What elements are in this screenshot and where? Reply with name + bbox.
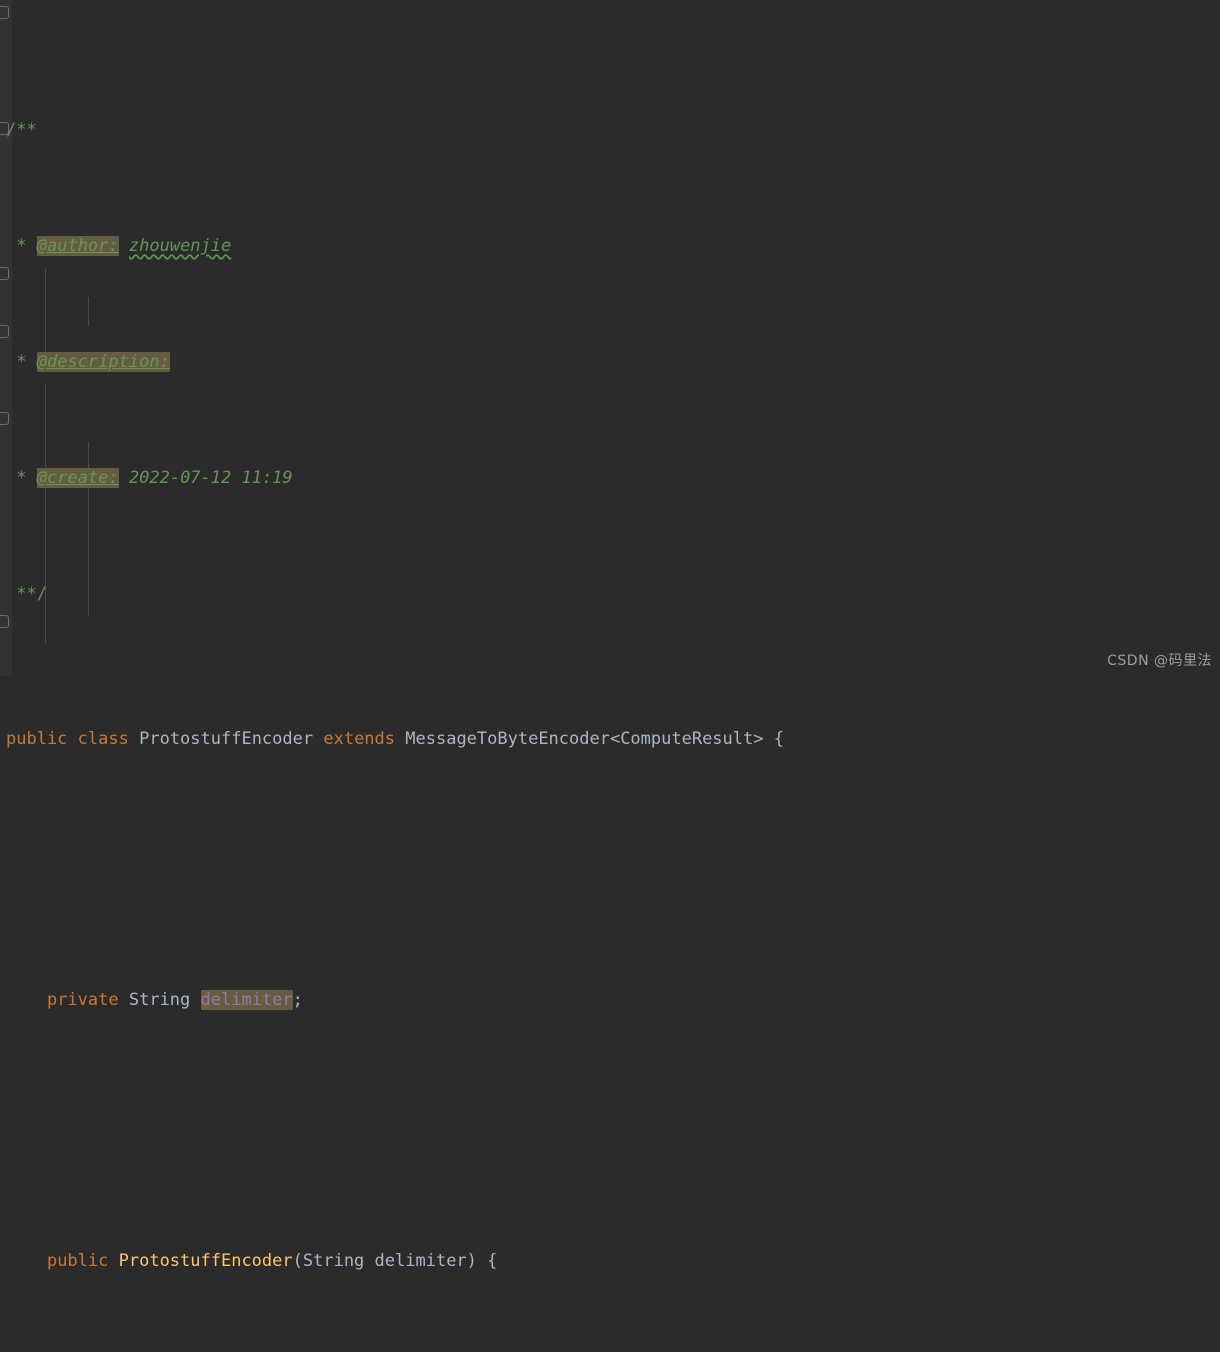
sp1 — [67, 729, 77, 749]
javadoc-star-glyph-2: * — [16, 352, 27, 372]
javadoc-space — [27, 236, 37, 256]
kw-class: class — [77, 729, 129, 749]
ctor-param-type: String — [302, 1251, 365, 1271]
constructor-name: ProtostuffEncoder — [118, 1251, 293, 1271]
kw-public: public — [6, 729, 68, 749]
javadoc-indent — [6, 352, 16, 372]
sp3 — [313, 729, 323, 749]
javadoc-gap — [119, 236, 129, 256]
code-content[interactable]: /** * @author: zhouwenjie * @description… — [0, 0, 1220, 1271]
class-name: ProtostuffEncoder — [139, 729, 314, 749]
indent-field — [6, 990, 47, 1010]
javadoc-space-3 — [27, 468, 37, 488]
sp4 — [395, 729, 405, 749]
code-line-javadoc-description: * @description: — [0, 348, 1220, 377]
kw-private: private — [46, 990, 119, 1010]
code-line-class-declaration: public class ProtostuffEncoder extends M… — [0, 725, 1220, 754]
code-editor[interactable]: /** * @author: zhouwenjie * @description… — [0, 0, 1220, 1271]
field-type: String — [128, 990, 191, 1010]
code-line-constructor-signature: public ProtostuffEncoder(String delimite… — [0, 1247, 1220, 1276]
kw-public-ctor: public — [46, 1251, 109, 1271]
javadoc-author-value: zhouwenjie — [128, 236, 232, 256]
javadoc-gap-2 — [119, 468, 129, 488]
sp10 — [477, 1251, 487, 1271]
sp8 — [108, 1251, 118, 1271]
javadoc-star-glyph: * — [16, 236, 27, 256]
javadoc-description-tag: @description: — [36, 352, 170, 372]
javadoc-create-tag: @create: — [36, 468, 119, 488]
code-line-blank-1 — [0, 841, 1220, 870]
code-line-field-declaration: private String delimiter; — [0, 986, 1220, 1015]
javadoc-star-glyph-3: * — [16, 468, 27, 488]
sp5 — [764, 729, 774, 749]
code-line-javadoc-open: /** — [0, 116, 1220, 145]
javadoc-create-value: 2022-07-12 11:19 — [128, 468, 293, 488]
indent-ctor — [6, 1251, 47, 1271]
javadoc-space-2 — [27, 352, 37, 372]
javadoc-indent-3 — [6, 468, 16, 488]
code-line-javadoc-create: * @create: 2022-07-12 11:19 — [0, 464, 1220, 493]
javadoc-close: **/ — [16, 584, 47, 604]
class-open-brace: { — [773, 729, 784, 749]
field-semicolon: ; — [292, 990, 303, 1010]
kw-extends: extends — [323, 729, 396, 749]
sp7 — [190, 990, 200, 1010]
code-line-javadoc-close: **/ — [0, 580, 1220, 609]
ctor-close-paren: ) — [466, 1251, 477, 1271]
code-line-blank-2 — [0, 1102, 1220, 1131]
field-name: delimiter — [200, 990, 293, 1010]
sp2 — [129, 729, 139, 749]
sp9 — [364, 1251, 374, 1271]
superclass-name: MessageToByteEncoder<ComputeResult> — [405, 729, 764, 749]
code-line-javadoc-author: * @author: zhouwenjie — [0, 232, 1220, 261]
csdn-watermark: CSDN @码里法 — [1107, 653, 1212, 669]
ctor-open-paren: ( — [292, 1251, 303, 1271]
javadoc-author-tag: @author: — [36, 236, 119, 256]
sp6 — [119, 990, 129, 1010]
javadoc-indent-4 — [6, 584, 16, 604]
javadoc-open: /** — [6, 120, 37, 140]
ctor-param-name: delimiter — [374, 1251, 467, 1271]
javadoc-star — [6, 236, 16, 256]
ctor-open-brace: { — [487, 1251, 498, 1271]
